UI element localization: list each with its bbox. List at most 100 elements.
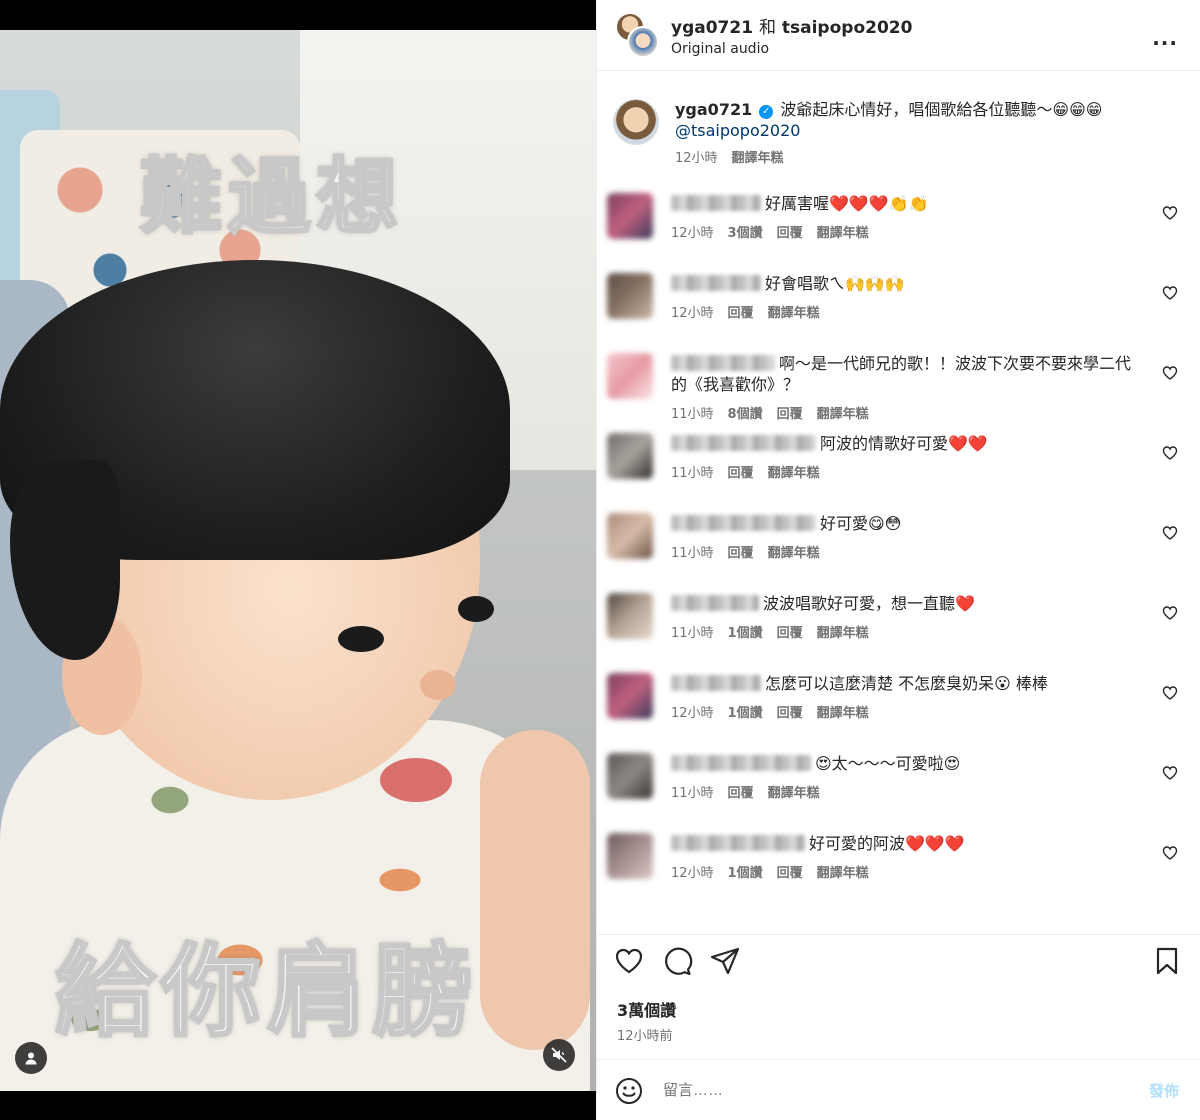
translate-button[interactable]: 翻譯年糕 bbox=[768, 302, 820, 321]
child-eye-left bbox=[338, 626, 384, 652]
original-audio-link[interactable]: Original audio bbox=[671, 41, 912, 57]
post-comment-button[interactable]: 發佈 bbox=[1149, 1080, 1179, 1101]
reply-button[interactable]: 回覆 bbox=[777, 702, 803, 721]
child-nose bbox=[420, 670, 456, 700]
blurred-username[interactable] bbox=[671, 595, 759, 611]
avatar[interactable] bbox=[607, 433, 653, 479]
heart-icon[interactable] bbox=[613, 945, 645, 977]
comment-like-heart-icon[interactable] bbox=[1162, 845, 1178, 861]
blurred-username[interactable] bbox=[671, 515, 816, 531]
avatar[interactable] bbox=[607, 593, 653, 639]
emoji-icon[interactable] bbox=[615, 1077, 643, 1105]
comment-text: 怎麼可以這麼清楚 不怎麼臭奶呆😮 棒棒 bbox=[765, 674, 1048, 693]
comment-likes[interactable]: 8個讚 bbox=[728, 403, 763, 422]
comment-time[interactable]: 11小時 bbox=[671, 622, 714, 641]
reply-button[interactable]: 回覆 bbox=[728, 542, 754, 561]
mute-icon bbox=[551, 1047, 567, 1063]
reply-button[interactable]: 回覆 bbox=[777, 622, 803, 641]
blurred-username[interactable] bbox=[671, 755, 811, 771]
translate-button[interactable]: 翻譯年糕 bbox=[817, 222, 869, 241]
comment-text-line: 好可愛😋😳 bbox=[671, 513, 1144, 534]
comment-like-heart-icon[interactable] bbox=[1162, 205, 1178, 221]
comment-input[interactable] bbox=[663, 1082, 1149, 1099]
comment-likes[interactable]: 1個讚 bbox=[728, 702, 763, 721]
video-frame[interactable]: 難過想 給你肩膀 bbox=[0, 30, 596, 1091]
avatar[interactable] bbox=[607, 513, 653, 559]
comment-row: 阿波的情歌好可愛❤️❤️ 11小時 回覆 翻譯年糕 bbox=[607, 429, 1184, 509]
blurred-username[interactable] bbox=[671, 675, 761, 691]
comment-likes[interactable]: 1個讚 bbox=[728, 622, 763, 641]
comment-body: 怎麼可以這麼清楚 不怎麼臭奶呆😮 棒棒 12小時 1個讚 回覆 翻譯年糕 bbox=[671, 673, 1184, 721]
blurred-username[interactable] bbox=[671, 355, 775, 371]
reply-button[interactable]: 回覆 bbox=[728, 302, 754, 321]
translate-button[interactable]: 翻譯年糕 bbox=[732, 147, 784, 166]
avatar[interactable] bbox=[607, 353, 653, 399]
avatar[interactable] bbox=[627, 26, 659, 58]
blurred-username[interactable] bbox=[671, 275, 761, 291]
tagged-users-button[interactable] bbox=[15, 1042, 47, 1074]
blurred-username[interactable] bbox=[671, 835, 805, 851]
comment-time[interactable]: 12小時 bbox=[671, 302, 714, 321]
caption-username[interactable]: yga0721 bbox=[675, 100, 752, 119]
reply-button[interactable]: 回覆 bbox=[777, 403, 803, 422]
blurred-username[interactable] bbox=[671, 435, 816, 451]
more-options-button[interactable]: ... bbox=[1152, 26, 1178, 50]
comments-list[interactable]: yga0721 ✓ 波爺起床心情好，唱個歌給各位聽聽～😁😁😁 @tsaipopo… bbox=[597, 71, 1200, 909]
comment-like-heart-icon[interactable] bbox=[1162, 765, 1178, 781]
share-icon[interactable] bbox=[709, 945, 741, 977]
comment-like-heart-icon[interactable] bbox=[1162, 605, 1178, 621]
header-user1[interactable]: yga0721 bbox=[671, 18, 753, 38]
comment-time[interactable]: 11小時 bbox=[671, 542, 714, 561]
collab-avatars[interactable] bbox=[613, 12, 659, 58]
translate-button[interactable]: 翻譯年糕 bbox=[817, 622, 869, 641]
comment-meta: 12小時 1個讚 回覆 翻譯年糕 bbox=[671, 862, 1144, 881]
header-user2[interactable]: tsaipopo2020 bbox=[782, 18, 913, 38]
like-count[interactable]: 3萬個讚 bbox=[617, 997, 676, 1021]
avatar[interactable] bbox=[613, 99, 659, 145]
comment-time[interactable]: 11小時 bbox=[671, 462, 714, 481]
translate-button[interactable]: 翻譯年糕 bbox=[817, 403, 869, 422]
comment-like-heart-icon[interactable] bbox=[1162, 285, 1178, 301]
avatar[interactable] bbox=[607, 753, 653, 799]
comment-like-heart-icon[interactable] bbox=[1162, 365, 1178, 381]
reply-button[interactable]: 回覆 bbox=[728, 462, 754, 481]
avatar[interactable] bbox=[607, 193, 653, 239]
comment-meta: 11小時 回覆 翻譯年糕 bbox=[671, 782, 1144, 801]
comment-icon[interactable] bbox=[661, 945, 693, 977]
bookmark-icon[interactable] bbox=[1151, 945, 1183, 977]
translate-button[interactable]: 翻譯年糕 bbox=[817, 862, 869, 881]
reply-button[interactable]: 回覆 bbox=[728, 782, 754, 801]
comment-time[interactable]: 11小時 bbox=[671, 782, 714, 801]
comment-time[interactable]: 12小時 bbox=[671, 222, 714, 241]
mute-button[interactable] bbox=[543, 1039, 575, 1071]
comment-text: 波波唱歌好可愛，想一直聽❤️ bbox=[763, 594, 975, 613]
comment-time[interactable]: 12小時 bbox=[671, 862, 714, 881]
comment-like-heart-icon[interactable] bbox=[1162, 445, 1178, 461]
comment-likes[interactable]: 3個讚 bbox=[728, 222, 763, 241]
header-and: 和 bbox=[758, 18, 776, 38]
caption-time[interactable]: 12小時 bbox=[675, 147, 718, 166]
comment-time[interactable]: 12小時 bbox=[671, 702, 714, 721]
comment-likes[interactable]: 1個讚 bbox=[728, 862, 763, 881]
comment-rows: 好厲害喔❤️❤️❤️👏👏 12小時 3個讚 回覆 翻譯年糕 好會唱歌ㄟ🙌🙌🙌 1… bbox=[607, 189, 1184, 909]
avatar[interactable] bbox=[607, 273, 653, 319]
reply-button[interactable]: 回覆 bbox=[777, 862, 803, 881]
comment-like-heart-icon[interactable] bbox=[1162, 685, 1178, 701]
reply-button[interactable]: 回覆 bbox=[777, 222, 803, 241]
caption-text: 波爺起床心情好，唱個歌給各位聽聽～😁😁😁 bbox=[780, 100, 1103, 119]
avatar[interactable] bbox=[607, 673, 653, 719]
translate-button[interactable]: 翻譯年糕 bbox=[817, 702, 869, 721]
comment-like-heart-icon[interactable] bbox=[1162, 525, 1178, 541]
avatar[interactable] bbox=[607, 833, 653, 879]
comment-row: 😍太～～～可愛啦😍 11小時 回覆 翻譯年糕 bbox=[607, 749, 1184, 829]
comment-time[interactable]: 11小時 bbox=[671, 403, 714, 422]
caption-mention[interactable]: @tsaipopo2020 bbox=[675, 121, 800, 140]
comment-meta: 12小時 回覆 翻譯年糕 bbox=[671, 302, 1144, 321]
comment-body: 😍太～～～可愛啦😍 11小時 回覆 翻譯年糕 bbox=[671, 753, 1184, 801]
post-timestamp[interactable]: 12小時前 bbox=[617, 1025, 673, 1044]
translate-button[interactable]: 翻譯年糕 bbox=[768, 782, 820, 801]
translate-button[interactable]: 翻譯年糕 bbox=[768, 542, 820, 561]
post-media[interactable]: 難過想 給你肩膀 bbox=[0, 0, 596, 1120]
translate-button[interactable]: 翻譯年糕 bbox=[768, 462, 820, 481]
blurred-username[interactable] bbox=[671, 195, 761, 211]
